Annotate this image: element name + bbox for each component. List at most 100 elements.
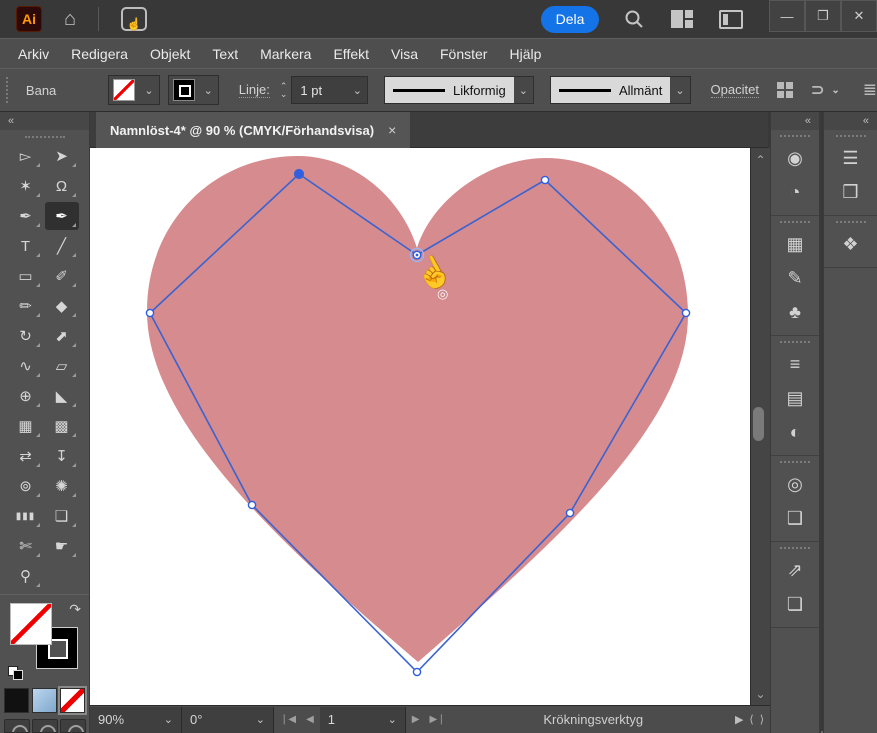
draw-normal-button[interactable] (4, 719, 30, 733)
panel-grip[interactable] (836, 135, 866, 139)
menu-hjlp[interactable]: Hjälp (509, 46, 541, 62)
anchor-point-1-solid[interactable] (294, 169, 303, 178)
brush-definition-dropdown[interactable]: Allmänt ⌄ (550, 76, 691, 104)
dock-collapse-button[interactable]: « (824, 112, 877, 130)
document-tab[interactable]: Namnlöst-4* @ 90 % (CMYK/Förhandsvisa) × (96, 112, 410, 148)
zoom-tool[interactable]: ⚲ (9, 562, 43, 590)
heart-shape[interactable] (147, 156, 688, 662)
pen-tool[interactable]: ✒ (9, 202, 43, 230)
hscroll-left-icon[interactable]: ⟨ (749, 713, 753, 726)
touch-workspace-icon[interactable]: ☝ (121, 7, 147, 31)
controlbar-grip[interactable] (6, 77, 12, 103)
slice-tool[interactable]: ✄ (9, 532, 43, 560)
shaper-tool[interactable]: ✏ (9, 292, 43, 320)
perspective-grid-tool[interactable]: ◣ (45, 382, 79, 410)
home-icon[interactable]: ⌂ (64, 8, 76, 31)
anchor-point-3-hollow[interactable] (541, 176, 548, 183)
panel-grip[interactable] (780, 461, 810, 465)
prev-artboard-button[interactable]: ◀ (306, 714, 314, 725)
panel-grip[interactable] (836, 221, 866, 225)
menu-text[interactable]: Text (212, 46, 238, 62)
anchor-point-5-hollow[interactable] (566, 509, 573, 516)
color-guide-panel-icon[interactable]: ◔ (771, 175, 819, 209)
dock-collapse-button[interactable]: « (771, 112, 819, 130)
gradient-tool[interactable]: ▩ (45, 412, 79, 440)
stroke-weight-label[interactable]: Linje: (239, 82, 270, 98)
next-artboard-button[interactable]: ▶ (412, 714, 420, 725)
rotation-dropdown[interactable]: 0° ⌄ (182, 707, 274, 733)
stroke-weight-field[interactable]: 1 pt ⌄ (291, 76, 368, 104)
eraser-tool[interactable]: ◆ (45, 292, 79, 320)
anchor-point-6-hollow[interactable] (413, 668, 420, 675)
width-tool[interactable]: ∿ (9, 352, 43, 380)
restore-button[interactable]: ❐ (805, 0, 841, 32)
artboard-canvas[interactable]: ☝ ◎ (90, 148, 750, 705)
free-transform-tool[interactable]: ▱ (45, 352, 79, 380)
scroll-up-icon[interactable]: ⌃ (751, 154, 770, 168)
lasso-tool[interactable]: Ω (45, 172, 79, 200)
line-segment-tool[interactable]: ╱ (45, 232, 79, 260)
menu-redigera[interactable]: Redigera (71, 46, 128, 62)
type-tool[interactable]: T (9, 232, 43, 260)
panel-grip[interactable] (780, 135, 810, 139)
blend-tool[interactable]: ⊚ (9, 472, 43, 500)
tools-grip[interactable] (25, 136, 65, 138)
shear-tool[interactable]: ⇄ (9, 442, 43, 470)
menu-arkiv[interactable]: Arkiv (18, 46, 49, 62)
paintbrush-tool[interactable]: ✐ (45, 262, 79, 290)
color-panel-icon[interactable]: ◉ (771, 141, 819, 175)
stroke-panel-icon[interactable]: ≡ (771, 347, 819, 381)
layers-panel-icon[interactable]: ❖ (824, 227, 877, 261)
status-expand-icon[interactable]: ▶ (735, 713, 743, 726)
properties-panel-icon[interactable]: ☰ (824, 141, 877, 175)
rotate-tool[interactable]: ↻ (9, 322, 43, 350)
mesh-tool[interactable]: ▦ (9, 412, 43, 440)
anchor-point-0-hollow[interactable] (146, 309, 153, 316)
panel-grip[interactable] (780, 547, 810, 551)
scale-tool[interactable]: ⬈ (45, 322, 79, 350)
fill-swatch[interactable] (10, 603, 52, 645)
selection-tool[interactable]: ▻ (9, 142, 43, 170)
panel-menu-icon[interactable]: ≣ (863, 80, 877, 100)
color-mode-button[interactable] (4, 688, 29, 713)
opacity-label[interactable]: Opacitet (711, 82, 759, 98)
zoom-level-dropdown[interactable]: 90% ⌄ (90, 707, 182, 733)
vertical-scrollbar[interactable]: ⌃ ⌄ (750, 148, 770, 733)
draw-inside-button[interactable] (60, 719, 86, 733)
align-options-icon[interactable] (777, 82, 793, 98)
arrange-documents-icon[interactable] (719, 10, 743, 29)
share-button[interactable]: Dela (541, 6, 599, 33)
tab-close-icon[interactable]: × (388, 122, 396, 138)
artboard-tool[interactable]: ❏ (45, 502, 79, 530)
menu-markera[interactable]: Markera (260, 46, 311, 62)
graphic-styles-panel-icon[interactable]: ❑ (771, 501, 819, 535)
minimize-button[interactable]: — (769, 0, 805, 32)
menu-visa[interactable]: Visa (391, 46, 418, 62)
anchor-point-7-hollow[interactable] (248, 501, 255, 508)
swap-fill-stroke-icon[interactable]: ↷ (69, 601, 81, 618)
stepper-down-icon[interactable]: ⌄ (280, 90, 288, 98)
rectangle-tool[interactable]: ▭ (9, 262, 43, 290)
direct-selection-tool[interactable]: ➤ (45, 142, 79, 170)
hscroll-right-icon[interactable]: ⟩ (760, 713, 764, 726)
app-logo-icon[interactable]: Ai (16, 6, 42, 32)
scrollbar-thumb[interactable] (753, 407, 764, 441)
workspace-switcher-icon[interactable] (671, 10, 693, 28)
search-icon[interactable] (623, 8, 645, 30)
first-artboard-button[interactable]: ❘◀ (280, 714, 296, 725)
libraries-panel-icon[interactable]: ❒ (824, 175, 877, 209)
swatches-panel-icon[interactable]: ▦ (771, 227, 819, 261)
export-panel-icon[interactable]: ⇗ (771, 553, 819, 587)
menu-effekt[interactable]: Effekt (333, 46, 369, 62)
menu-fnster[interactable]: Fönster (440, 46, 487, 62)
brushes-panel-icon[interactable]: ✎ (771, 261, 819, 295)
hand-tool[interactable]: ☛ (45, 532, 79, 560)
default-fill-stroke-icon[interactable] (8, 666, 24, 680)
shape-builder-tool[interactable]: ⊕ (9, 382, 43, 410)
symbol-sprayer-tool[interactable]: ✺ (45, 472, 79, 500)
stroke-weight-stepper[interactable]: ⌃ ⌄ (280, 82, 288, 98)
last-artboard-button[interactable]: ▶❘ (429, 714, 445, 725)
panel-grip[interactable] (780, 341, 810, 345)
draw-behind-button[interactable] (32, 719, 58, 733)
artboards-panel-icon[interactable]: ❏ (771, 587, 819, 621)
